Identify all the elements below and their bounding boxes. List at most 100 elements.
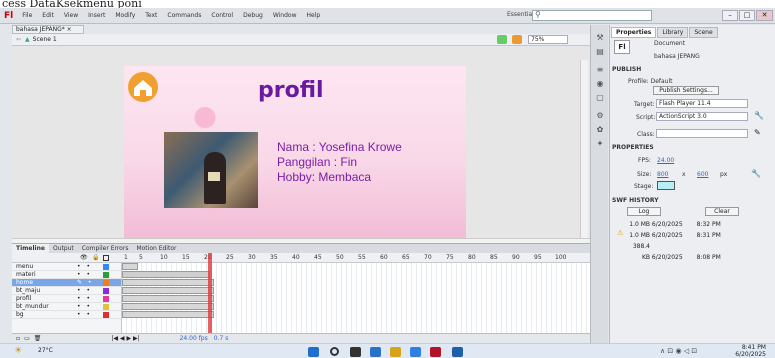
class-input[interactable] — [656, 129, 748, 138]
log-button[interactable]: Log — [627, 207, 661, 216]
frame-span[interactable] — [122, 263, 138, 270]
menu-text[interactable]: Text — [140, 12, 162, 19]
tool-icon[interactable]: ▢ — [595, 93, 605, 102]
tab-scene[interactable]: Scene — [689, 27, 718, 38]
tab-motion-editor[interactable]: Motion Editor — [132, 244, 180, 254]
tab-library[interactable]: Library — [657, 27, 689, 38]
publish-settings-button[interactable]: Publish Settings... — [653, 86, 719, 95]
layer-name: bt_maju — [16, 287, 41, 294]
tool-icon[interactable]: ≡ — [595, 65, 605, 74]
fps-value[interactable]: 24.00 — [657, 157, 674, 164]
target-select[interactable]: Flash Player 11.4 — [656, 99, 748, 108]
minimize-button[interactable]: – — [722, 10, 738, 21]
layer-row[interactable]: profil • • — [12, 295, 121, 303]
new-folder-icon[interactable]: ▭ — [20, 335, 30, 342]
clock-time[interactable]: 8:41 PM — [736, 344, 766, 351]
menu-commands[interactable]: Commands — [162, 12, 206, 19]
layer-row[interactable]: bg • • — [12, 311, 121, 319]
system-tray-icons[interactable]: ∧ ⊡ ◉ ◁ ⊡ — [660, 347, 697, 355]
playhead[interactable] — [208, 253, 212, 333]
frame-span[interactable] — [122, 279, 214, 286]
layer-row[interactable]: bt_maju • • — [12, 287, 121, 295]
height-value[interactable]: 600 — [697, 171, 708, 178]
zoom-select[interactable]: 75% — [528, 35, 568, 44]
frame-span[interactable] — [122, 295, 214, 302]
help-search-input[interactable]: ⚲ — [532, 10, 652, 21]
start-icon[interactable] — [308, 347, 319, 357]
menu-window[interactable]: Window — [268, 12, 302, 19]
frame-span[interactable] — [122, 303, 214, 310]
layer-toggles[interactable]: • • — [77, 311, 92, 318]
frame-span[interactable] — [122, 311, 214, 318]
tool-icon[interactable]: ⚒ — [595, 33, 605, 42]
menu-control[interactable]: Control — [206, 12, 238, 19]
outline-icon[interactable] — [103, 255, 109, 261]
clock-date[interactable]: 6/20/2025 — [730, 351, 766, 358]
lock-icon[interactable]: 🔒 — [92, 254, 99, 261]
tab-output[interactable]: Output — [49, 244, 78, 254]
task-view-icon[interactable] — [350, 347, 361, 357]
tool-icon[interactable]: ✿ — [595, 125, 605, 134]
frame-span[interactable] — [122, 287, 214, 294]
vscode-icon[interactable] — [410, 347, 421, 357]
back-arrow-icon[interactable]: ⇦ — [12, 36, 25, 43]
menu-insert[interactable]: Insert — [83, 12, 110, 19]
stage-color-swatch[interactable] — [657, 181, 675, 190]
properties-section-header[interactable]: PROPERTIES — [612, 144, 654, 151]
pencil-icon[interactable]: ✎ — [754, 128, 761, 137]
layer-row[interactable]: menu • • — [12, 263, 121, 271]
tab-compiler-errors[interactable]: Compiler Errors — [78, 244, 133, 254]
swf-history-section-header[interactable]: SWF HISTORY — [612, 197, 659, 204]
tool-icon[interactable]: ◉ — [595, 79, 605, 88]
frame-span[interactable] — [122, 271, 210, 278]
layer-toggles[interactable]: ✎ • — [77, 279, 93, 286]
playback-controls[interactable]: |◀ ◀ ▶ ▶| — [41, 335, 139, 342]
tool-icon[interactable]: ⚙ — [595, 111, 605, 120]
edit-scene-icon[interactable] — [497, 35, 507, 44]
menu-edit[interactable]: Edit — [37, 12, 59, 19]
fps-readout[interactable]: 24.00 fps — [140, 335, 208, 342]
document-tab[interactable]: bahasa JEPANG* × — [12, 25, 84, 34]
folder-icon[interactable] — [390, 347, 401, 357]
tab-properties[interactable]: Properties — [611, 27, 657, 38]
tool-icon[interactable]: ▤ — [595, 47, 605, 56]
layer-toggles[interactable]: • • — [77, 287, 92, 294]
photos-icon[interactable] — [452, 347, 463, 357]
layer-row[interactable]: bt_mundur • • — [12, 303, 121, 311]
layer-toggles[interactable]: • • — [77, 303, 92, 310]
layer-toggles[interactable]: • • — [77, 295, 92, 302]
close-button[interactable]: ✕ — [756, 10, 773, 21]
frame-ruler[interactable]: 👁 🔒 1 5 10 15 20 25 30 35 40 45 50 55 60… — [12, 253, 590, 263]
wrench-icon[interactable]: 🔧 — [751, 169, 761, 178]
search-icon[interactable] — [330, 347, 339, 356]
stage-canvas[interactable]: profil Nama : Yosefina Krowe Panggilan :… — [124, 66, 466, 238]
menu-file[interactable]: File — [17, 12, 37, 19]
publish-section-header[interactable]: PUBLISH — [612, 66, 641, 73]
stage-vertical-scrollbar[interactable] — [580, 60, 588, 238]
clear-button[interactable]: Clear — [705, 207, 739, 216]
width-value[interactable]: 800 — [657, 171, 668, 178]
layer-row[interactable]: materi • • — [12, 271, 121, 279]
maximize-button[interactable]: □ — [739, 10, 755, 21]
menu-view[interactable]: View — [59, 12, 83, 19]
flash-app-icon[interactable] — [430, 347, 441, 357]
delete-layer-icon[interactable]: 🗑 — [30, 335, 42, 342]
layer-toggles[interactable]: • • — [77, 271, 92, 278]
layer-row-selected[interactable]: home ✎ • — [12, 279, 121, 287]
file-explorer-icon[interactable] — [370, 347, 381, 357]
new-layer-icon[interactable]: ▫ — [12, 335, 20, 342]
layer-toggles[interactable]: • • — [77, 263, 92, 270]
menu-help[interactable]: Help — [301, 12, 325, 19]
tool-icon[interactable]: ✦ — [595, 139, 605, 148]
weather-temp[interactable]: 27°C — [38, 347, 53, 354]
edit-symbol-icon[interactable] — [512, 35, 522, 44]
time-readout[interactable]: 0.7 s — [208, 335, 229, 342]
wrench-icon[interactable]: 🔧 — [754, 111, 764, 120]
menu-debug[interactable]: Debug — [238, 12, 268, 19]
script-select[interactable]: ActionScript 3.0 — [656, 112, 748, 121]
eye-icon[interactable]: 👁 — [80, 254, 88, 261]
home-icon[interactable] — [128, 72, 158, 102]
tab-timeline[interactable]: Timeline — [12, 243, 49, 254]
frame-grid[interactable] — [122, 263, 590, 333]
menu-modify[interactable]: Modify — [110, 12, 140, 19]
